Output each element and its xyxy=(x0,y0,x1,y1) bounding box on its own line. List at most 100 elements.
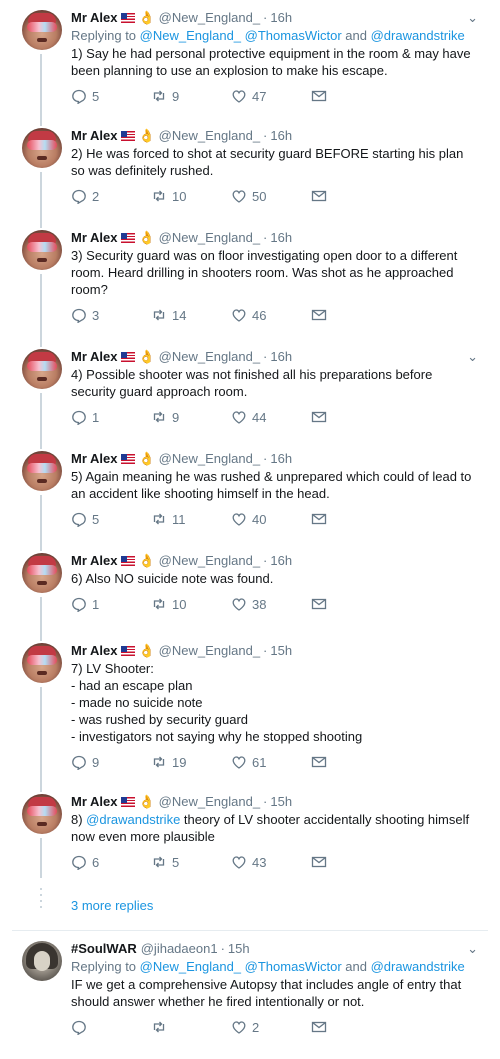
display-name[interactable]: Mr Alex xyxy=(71,128,117,144)
timestamp[interactable]: 16h xyxy=(270,451,292,467)
tweet[interactable]: ⌄ #SoulWAR @jihadaeon1 · 15h Replying to… xyxy=(0,931,500,1059)
like-button[interactable]: 2 xyxy=(231,1019,311,1035)
tweet[interactable]: Mr Alex 👌 @New_England_ · 16h 3) Securit… xyxy=(0,220,500,339)
retweet-button[interactable]: 11 xyxy=(151,511,231,527)
dm-button[interactable] xyxy=(311,1019,332,1035)
like-button[interactable]: 46 xyxy=(231,307,311,323)
chevron-down-icon[interactable]: ⌄ xyxy=(467,10,478,26)
dm-button[interactable] xyxy=(311,596,332,612)
tweet[interactable]: Mr Alex 👌 @New_England_ · 16h 5) Again m… xyxy=(0,441,500,543)
dm-button[interactable] xyxy=(311,88,332,104)
reply-icon xyxy=(72,1020,86,1035)
dm-button[interactable] xyxy=(311,307,332,323)
dm-button[interactable] xyxy=(311,511,332,527)
reply-button[interactable] xyxy=(71,1019,151,1035)
display-name[interactable]: Mr Alex xyxy=(71,553,117,569)
reply-button[interactable]: 9 xyxy=(71,754,151,770)
avatar[interactable] xyxy=(22,553,62,593)
chevron-down-icon[interactable]: ⌄ xyxy=(467,349,478,365)
display-name[interactable]: Mr Alex xyxy=(71,349,117,365)
more-replies-link[interactable]: 3 more replies xyxy=(71,898,153,913)
retweet-button[interactable]: 14 xyxy=(151,307,231,323)
handle[interactable]: @New_England_ xyxy=(159,553,260,569)
timestamp[interactable]: 15h xyxy=(270,794,292,810)
handle[interactable]: @New_England_ xyxy=(159,794,260,810)
handle[interactable]: @New_England_ xyxy=(159,451,260,467)
dm-button[interactable] xyxy=(311,409,332,425)
tweet[interactable]: Mr Alex 👌 @New_England_ · 15h 8) @drawan… xyxy=(0,784,500,888)
reply-button[interactable]: 5 xyxy=(71,88,151,104)
chevron-down-icon[interactable]: ⌄ xyxy=(467,941,478,957)
timestamp[interactable]: 16h xyxy=(270,128,292,144)
avatar[interactable] xyxy=(22,643,62,683)
like-button[interactable]: 44 xyxy=(231,409,311,425)
avatar[interactable] xyxy=(22,941,62,981)
retweet-button[interactable]: 19 xyxy=(151,754,231,770)
like-button[interactable]: 61 xyxy=(231,754,311,770)
handle[interactable]: @New_England_ xyxy=(159,349,260,365)
avatar[interactable] xyxy=(22,10,62,50)
avatar[interactable] xyxy=(22,349,62,389)
retweet-button[interactable]: 9 xyxy=(151,409,231,425)
tweet-text: 7) LV Shooter: - had an escape plan - ma… xyxy=(71,661,363,744)
like-button[interactable]: 40 xyxy=(231,511,311,527)
mention-link[interactable]: @drawandstrike xyxy=(371,959,465,974)
timestamp[interactable]: 16h xyxy=(270,553,292,569)
retweet-button[interactable]: 5 xyxy=(151,854,231,870)
tweet[interactable]: Mr Alex 👌 @New_England_ · 16h 2) He was … xyxy=(0,118,500,220)
tweet[interactable]: ⌄ Mr Alex 👌 @New_England_ · 16h 4) Possi… xyxy=(0,339,500,441)
retweet-button[interactable] xyxy=(151,1019,231,1035)
mention-link[interactable]: @New_England_ xyxy=(140,959,241,974)
mention-link[interactable]: @New_England_ xyxy=(140,28,241,43)
reply-button[interactable]: 6 xyxy=(71,854,151,870)
timestamp[interactable]: 15h xyxy=(228,941,250,957)
handle[interactable]: @New_England_ xyxy=(159,128,260,144)
handle[interactable]: @New_England_ xyxy=(159,643,260,659)
reply-button[interactable]: 2 xyxy=(71,188,151,204)
dm-button[interactable] xyxy=(311,854,332,870)
handle[interactable]: @New_England_ xyxy=(159,230,260,246)
mention-link[interactable]: @drawandstrike xyxy=(371,28,465,43)
display-name[interactable]: #SoulWAR xyxy=(71,941,137,957)
like-button[interactable]: 50 xyxy=(231,188,311,204)
retweet-button[interactable]: 10 xyxy=(151,596,231,612)
tweet-text: 2) He was forced to shot at security gua… xyxy=(71,146,464,178)
handle[interactable]: @jihadaeon1 xyxy=(141,941,218,957)
show-more-replies[interactable]: 3 more replies xyxy=(0,888,500,930)
display-name[interactable]: Mr Alex xyxy=(71,230,117,246)
avatar[interactable] xyxy=(22,230,62,270)
mention-link[interactable]: @ThomasWictor xyxy=(245,28,342,43)
retweet-button[interactable]: 9 xyxy=(151,88,231,104)
mention-link[interactable]: @ThomasWictor xyxy=(245,959,342,974)
reply-button[interactable]: 3 xyxy=(71,307,151,323)
timestamp[interactable]: 16h xyxy=(270,10,292,26)
timestamp[interactable]: 16h xyxy=(270,230,292,246)
timestamp[interactable]: 15h xyxy=(270,643,292,659)
reply-button[interactable]: 5 xyxy=(71,511,151,527)
like-button[interactable]: 38 xyxy=(231,596,311,612)
timestamp[interactable]: 16h xyxy=(270,349,292,365)
dm-button[interactable] xyxy=(311,188,332,204)
thread-line xyxy=(40,393,42,441)
tweet[interactable]: Mr Alex 👌 @New_England_ · 16h 6) Also NO… xyxy=(0,543,500,633)
retweet-button[interactable]: 10 xyxy=(151,188,231,204)
like-button[interactable]: 43 xyxy=(231,854,311,870)
dm-button[interactable] xyxy=(311,754,332,770)
mention-link[interactable]: @drawandstrike xyxy=(86,812,180,827)
display-name[interactable]: Mr Alex xyxy=(71,794,117,810)
display-name[interactable]: Mr Alex xyxy=(71,10,117,26)
avatar[interactable] xyxy=(22,128,62,168)
us-flag-icon xyxy=(121,556,136,566)
tweet[interactable]: Mr Alex 👌 @New_England_ · 15h 7) LV Shoo… xyxy=(0,633,500,784)
avatar[interactable] xyxy=(22,451,62,491)
like-button[interactable]: 47 xyxy=(231,88,311,104)
handle[interactable]: @New_England_ xyxy=(159,10,260,26)
heart-icon xyxy=(232,411,246,424)
avatar[interactable] xyxy=(22,794,62,834)
display-name[interactable]: Mr Alex xyxy=(71,643,117,659)
display-name[interactable]: Mr Alex xyxy=(71,451,117,467)
reply-button[interactable]: 1 xyxy=(71,596,151,612)
tweet[interactable]: ⌄ Mr Alex 👌 @New_England_ · 16h Replying… xyxy=(0,0,500,118)
reply-button[interactable]: 1 xyxy=(71,409,151,425)
retweet-icon xyxy=(153,856,165,868)
